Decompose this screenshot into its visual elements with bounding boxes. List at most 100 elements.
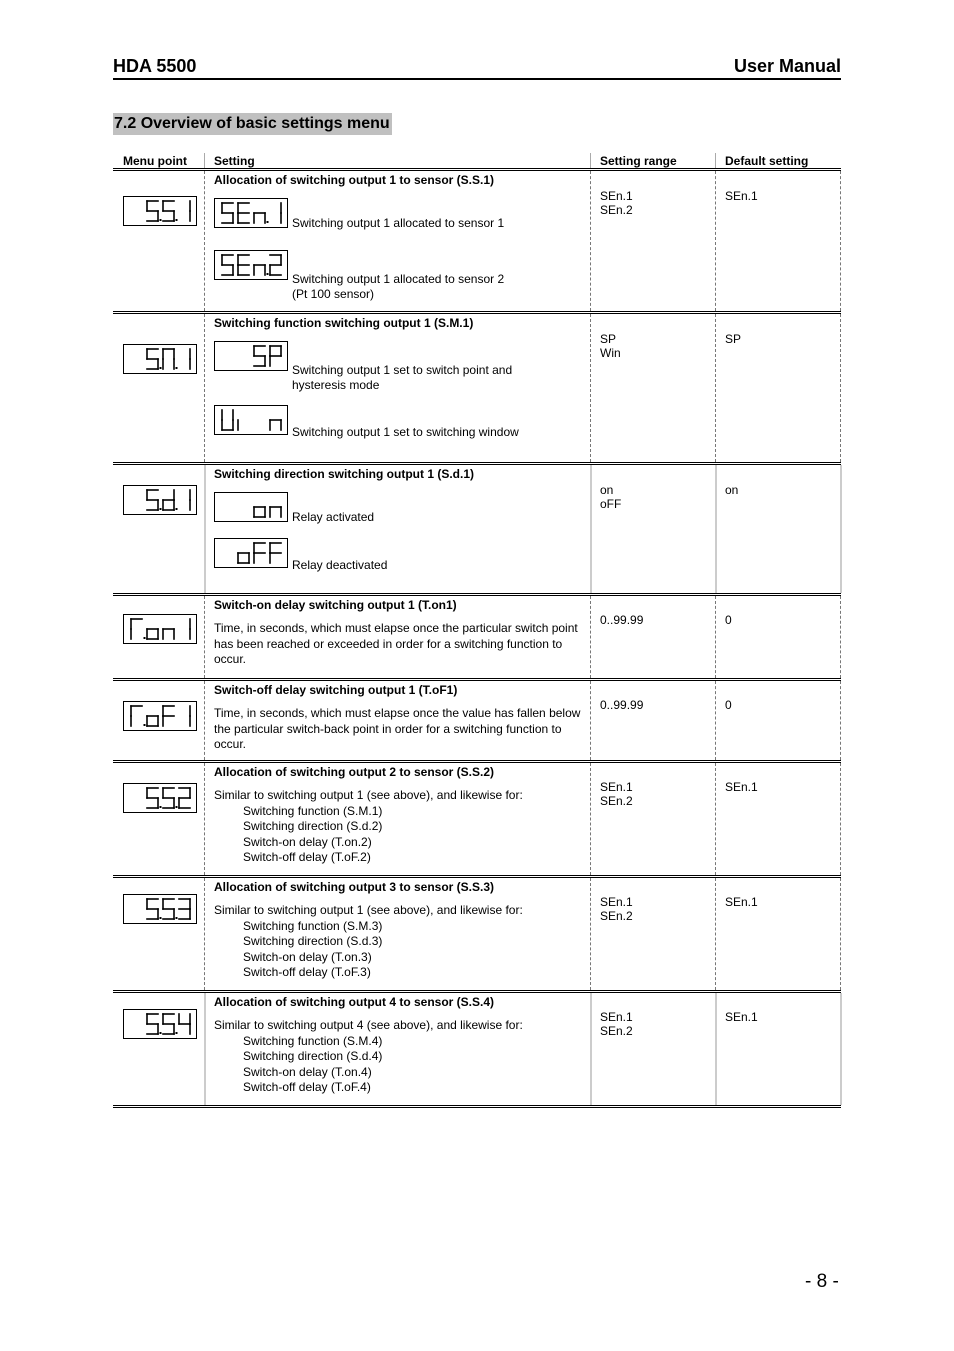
lcd-glyphs xyxy=(221,409,282,431)
row-divider xyxy=(840,993,842,1105)
setting-option: Switching output 1 allocated to sensor 1 xyxy=(214,198,584,230)
lcd-glyphs xyxy=(221,254,282,276)
section-title: 7.2 Overview of basic settings menu xyxy=(113,113,392,135)
list-item: Switch-off delay (T.oF.3) xyxy=(243,965,371,979)
lcd-display-icon xyxy=(123,614,197,644)
lcd-display-icon xyxy=(123,894,197,924)
range-value: SEn.2 xyxy=(600,1024,633,1038)
list-item: Switching direction (S.d.4) xyxy=(243,1049,383,1063)
setting-range-cell: SEn.1 SEn.2 xyxy=(600,189,633,217)
row-divider xyxy=(715,763,716,875)
lcd-decimal-point xyxy=(266,273,269,275)
row-divider xyxy=(204,171,205,311)
list-item: Switch-on delay (T.on.3) xyxy=(243,949,372,964)
lcd-glyphs xyxy=(146,200,191,222)
list-item: Switching direction (S.d.3) xyxy=(243,934,383,948)
range-value: on xyxy=(600,483,614,497)
row-divider xyxy=(840,171,841,311)
row-divider xyxy=(590,993,592,1105)
setting-cell: Allocation of switching output 2 to sens… xyxy=(214,765,584,866)
row-divider xyxy=(204,681,205,760)
table-row: Switch-on delay switching output 1 (T.on… xyxy=(113,596,841,681)
range-value: SP xyxy=(600,332,617,346)
lcd-display-icon xyxy=(123,701,197,731)
table-header: Menu point Setting Setting range Default… xyxy=(113,150,841,171)
lcd-decimal-point xyxy=(266,221,269,223)
range-value: SEn.2 xyxy=(600,794,633,808)
option-description-line: Relay activated xyxy=(292,510,375,524)
list-item: Switch-on delay (T.on.2) xyxy=(243,834,372,849)
product-name: HDA 5500 xyxy=(113,56,197,76)
option-description-line: (Pt 100 sensor) xyxy=(292,287,375,301)
lcd-display-icon xyxy=(123,783,197,813)
list-item: Switch-off delay (T.oF.4) xyxy=(243,1080,371,1094)
range-value: 0..99.99 xyxy=(600,613,644,627)
option-description-line: Switching output 1 allocated to sensor 1 xyxy=(292,216,505,230)
setting-cell: Allocation of switching output 3 to sens… xyxy=(214,880,584,981)
settings-table: Menu point Setting Setting range Default… xyxy=(113,150,842,1108)
setting-title: Allocation of switching output 1 to sens… xyxy=(214,173,495,187)
lcd-glyphs xyxy=(146,787,191,809)
menu-point-cell xyxy=(123,1009,197,1044)
setting-cell: Switching direction switching output 1 (… xyxy=(214,467,584,573)
range-value: SEn.1 xyxy=(600,1010,633,1024)
setting-cell: Allocation of switching output 1 to sens… xyxy=(214,173,584,301)
table-row: Switching direction switching output 1 (… xyxy=(113,465,842,596)
setting-description: Time, in seconds, which must elapse once… xyxy=(214,621,578,666)
lcd-display-icon xyxy=(214,492,288,522)
setting-title: Allocation of switching output 3 to sens… xyxy=(214,880,495,894)
lcd-decimal-point xyxy=(175,806,178,808)
setting-range-cell: SEn.1 SEn.2 xyxy=(600,780,633,808)
lcd-decimal-point xyxy=(159,806,162,808)
table-row: Allocation of switching output 2 to sens… xyxy=(113,763,841,878)
setting-range-cell: 0..99.99 xyxy=(600,613,643,627)
lcd-decimal-point xyxy=(175,917,178,919)
default-setting-cell: SEn.1 xyxy=(725,189,758,203)
lcd-display-icon xyxy=(214,538,288,568)
lcd-display-icon xyxy=(123,1009,197,1039)
lcd-display-icon xyxy=(214,341,288,371)
setting-range-cell: 0..99.99 xyxy=(600,698,643,712)
lcd-decimal-point xyxy=(175,219,178,221)
setting-title: Allocation of switching output 4 to sens… xyxy=(214,995,495,1009)
page-number: - 8 - xyxy=(805,1271,839,1292)
lcd-glyphs xyxy=(130,705,191,727)
list-item: Switching function (S.M.3) xyxy=(243,918,383,933)
setting-option: Relay activated xyxy=(214,492,584,524)
option-description-line: hysteresis mode xyxy=(292,378,380,392)
default-setting-cell: SEn.1 xyxy=(725,1010,758,1024)
range-value: SEn.2 xyxy=(600,203,633,217)
row-divider xyxy=(715,993,717,1105)
lcd-display-icon xyxy=(214,198,288,228)
lcd-decimal-point xyxy=(175,367,178,369)
column-divider xyxy=(204,153,205,168)
setting-option: Switching output 1 allocated to sensor 2… xyxy=(214,250,584,301)
list-item: Switch-off delay (T.oF.2) xyxy=(243,850,371,864)
setting-title: Switching direction switching output 1 (… xyxy=(214,467,474,481)
row-divider xyxy=(840,314,841,462)
option-description: Relay deactivated xyxy=(292,558,387,573)
option-description: Switching output 1 allocated to sensor 1 xyxy=(292,216,504,231)
column-divider xyxy=(715,153,716,168)
setting-cell: Switching function switching output 1 (S… xyxy=(214,316,584,439)
lcd-glyphs xyxy=(146,348,191,370)
menu-point-cell xyxy=(123,344,197,379)
list-item: Switch-on delay (T.on.4) xyxy=(243,1064,372,1079)
row-divider xyxy=(204,596,205,678)
default-setting-cell: on xyxy=(725,483,739,497)
related-settings-list: Switching function (S.M.4) Switching dir… xyxy=(214,1034,584,1096)
lcd-display-icon xyxy=(214,250,288,280)
table-row: Switching function switching output 1 (S… xyxy=(113,314,841,465)
list-item: Switching function (S.M.4) xyxy=(243,1033,383,1048)
menu-point-cell xyxy=(123,894,197,929)
document-type: User Manual xyxy=(733,56,841,76)
setting-description: Similar to switching output 1 (see above… xyxy=(214,903,523,917)
option-description: Switching output 1 set to switch point a… xyxy=(292,363,512,393)
range-value: SEn.1 xyxy=(600,189,633,203)
row-divider xyxy=(840,763,841,875)
table-row: Allocation of switching output 4 to sens… xyxy=(113,993,842,1108)
lcd-glyphs xyxy=(146,489,191,511)
default-setting-cell: SP xyxy=(725,332,742,346)
table-row: Switch-off delay switching output 1 (T.o… xyxy=(113,681,841,763)
row-divider xyxy=(590,878,591,990)
